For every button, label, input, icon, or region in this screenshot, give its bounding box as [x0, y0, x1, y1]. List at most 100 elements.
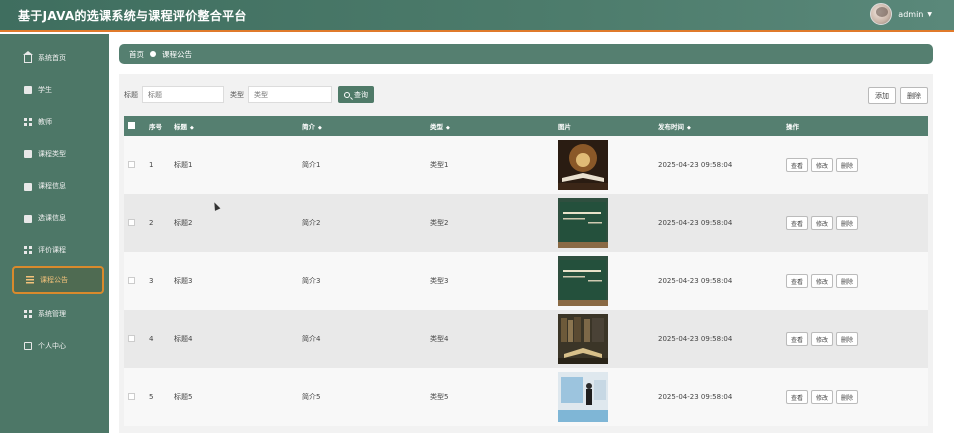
add-button[interactable]: 添加 [868, 87, 896, 104]
type-filter-label: 类型 [230, 90, 244, 99]
sort-icon[interactable]: ◆ [318, 125, 322, 131]
row-checkbox[interactable] [128, 276, 135, 284]
sidebar-item-enrollments[interactable]: 选课信息 [12, 204, 104, 232]
sidebar-item-course-info[interactable]: 课程信息 [12, 172, 104, 200]
cell-index: 3 [149, 277, 154, 285]
row-checkbox[interactable] [128, 218, 135, 226]
cell-time: 2025-04-23 09:58:04 [658, 277, 733, 285]
view-button[interactable]: 查看 [786, 216, 809, 230]
table-row: 1 标题1 简介1 类型1 2025-04-23 09:58:04 查看 修改 … [124, 136, 928, 194]
cell-index: 4 [149, 335, 154, 343]
bulk-delete-button[interactable]: 删除 [900, 87, 928, 104]
cell-actions: 查看 修改 删除 [782, 368, 928, 426]
col-header-image: 图片 [558, 123, 571, 131]
col-header-time[interactable]: 发布时间 ◆ [654, 116, 782, 136]
table-row: 4 标题4 简介4 类型4 2025-04-23 09:58:04 查看 修改 … [124, 310, 928, 368]
cell-image [554, 136, 654, 194]
cell-intro: 简介5 [302, 393, 321, 401]
edit-button[interactable]: 修改 [811, 390, 834, 404]
cell-intro: 简介4 [302, 335, 321, 343]
cell-image [554, 310, 654, 368]
cell-image [554, 368, 654, 426]
cell-title: 标题1 [174, 161, 193, 169]
view-button[interactable]: 查看 [786, 332, 809, 346]
announcements-table: 序号 标题 ◆ 简介 ◆ 类型 ◆ 图片 发布时间 ◆ 操作 1 标题1 简介1 类型1 [124, 116, 928, 426]
grid-icon [24, 118, 32, 126]
breadcrumb-home[interactable]: 首页 [129, 49, 144, 60]
view-button[interactable]: 查看 [786, 390, 809, 404]
sort-icon[interactable]: ◆ [446, 125, 450, 131]
sidebar-item-students[interactable]: 学生 [12, 76, 104, 104]
view-button[interactable]: 查看 [786, 158, 809, 172]
select-all-checkbox[interactable] [128, 121, 135, 129]
col-header-title[interactable]: 标题 ◆ [170, 116, 298, 136]
view-button[interactable]: 查看 [786, 274, 809, 288]
content-panel: 标题 类型 查询 添加 删除 序号 标题◆ 简介◆ [119, 74, 933, 433]
sidebar-item-label: 选课信息 [38, 214, 66, 222]
presenter-image[interactable] [558, 372, 608, 422]
sidebar-item-label: 学生 [38, 86, 52, 94]
delete-button[interactable]: 删除 [836, 332, 859, 346]
cell-time: 2025-04-23 09:58:04 [658, 335, 733, 343]
row-checkbox[interactable] [128, 160, 135, 168]
col-header-actions: 操作 [786, 123, 799, 131]
chalkboard-image[interactable] [558, 256, 608, 306]
sidebar: 系统首页 学生 教师 课程类型 课程信息 选课信息 评价课程 课程公告 系统管理… [0, 34, 109, 433]
sidebar-item-system[interactable]: 系统管理 [12, 300, 104, 328]
cell-type: 类型1 [430, 161, 449, 169]
type-filter-input[interactable] [248, 86, 332, 103]
sidebar-item-course-reviews[interactable]: 评价课程 [12, 236, 104, 264]
delete-button[interactable]: 删除 [836, 158, 859, 172]
table-row: 2 标题2 简介2 类型2 2025-04-23 09:58:04 查看 修改 … [124, 194, 928, 252]
sidebar-item-label: 评价课程 [38, 246, 66, 254]
cell-time: 2025-04-23 09:58:04 [658, 219, 733, 227]
title-filter-input[interactable] [142, 86, 224, 103]
edit-button[interactable]: 修改 [811, 332, 834, 346]
sidebar-item-label: 课程类型 [38, 150, 66, 158]
top-header: 基于JAVA的选课系统与课程评价整合平台 admin ▼ [0, 0, 954, 32]
table-row: 3 标题3 简介3 类型3 2025-04-23 09:58:04 查看 修改 … [124, 252, 928, 310]
query-button[interactable]: 查询 [338, 86, 374, 103]
avatar[interactable] [870, 3, 893, 25]
row-checkbox[interactable] [128, 334, 135, 342]
chevron-down-icon[interactable]: ▼ [927, 11, 932, 18]
sidebar-item-course-types[interactable]: 课程类型 [12, 140, 104, 168]
cell-title: 标题2 [174, 219, 193, 227]
cell-time: 2025-04-23 09:58:04 [658, 161, 733, 169]
toolbar: 添加 删除 [868, 87, 928, 104]
cell-type: 类型4 [430, 335, 449, 343]
chalkboard-image[interactable] [558, 198, 608, 248]
bag-icon [24, 215, 32, 223]
cell-title: 标题5 [174, 393, 193, 401]
delete-button[interactable]: 删除 [836, 390, 859, 404]
sidebar-item-label: 系统首页 [38, 54, 66, 62]
delete-button[interactable]: 删除 [836, 274, 859, 288]
edit-button[interactable]: 修改 [811, 216, 834, 230]
cell-title: 标题4 [174, 335, 193, 343]
col-header-intro[interactable]: 简介 ◆ [298, 116, 426, 136]
sidebar-item-home[interactable]: 系统首页 [12, 44, 104, 72]
sort-icon[interactable]: ◆ [687, 125, 691, 131]
sidebar-item-teachers[interactable]: 教师 [12, 108, 104, 136]
col-header-type[interactable]: 类型 ◆ [426, 116, 554, 136]
sort-icon[interactable]: ◆ [190, 125, 194, 131]
user-menu[interactable]: admin ▼ [870, 3, 932, 25]
row-checkbox[interactable] [128, 392, 135, 400]
breadcrumb: 首页 课程公告 [119, 44, 933, 64]
book-glow-image[interactable] [558, 140, 608, 190]
table-row: 5 标题5 简介5 类型5 2025-04-23 09:58:04 查看 修改 … [124, 368, 928, 426]
query-button-label: 查询 [354, 90, 368, 99]
doc-icon [24, 150, 32, 158]
sidebar-item-label: 课程信息 [38, 182, 66, 190]
edit-button[interactable]: 修改 [811, 274, 834, 288]
user-name[interactable]: admin [898, 10, 923, 19]
sidebar-item-profile[interactable]: 个人中心 [12, 332, 104, 360]
sidebar-item-announcements[interactable]: 课程公告 [12, 266, 104, 294]
sidebar-item-label: 个人中心 [38, 342, 66, 350]
col-header-index: 序号 [149, 123, 162, 131]
app-title: 基于JAVA的选课系统与课程评价整合平台 [18, 9, 247, 23]
list-icon [26, 276, 34, 284]
delete-button[interactable]: 删除 [836, 216, 859, 230]
library-books-image[interactable] [558, 314, 608, 364]
edit-button[interactable]: 修改 [811, 158, 834, 172]
